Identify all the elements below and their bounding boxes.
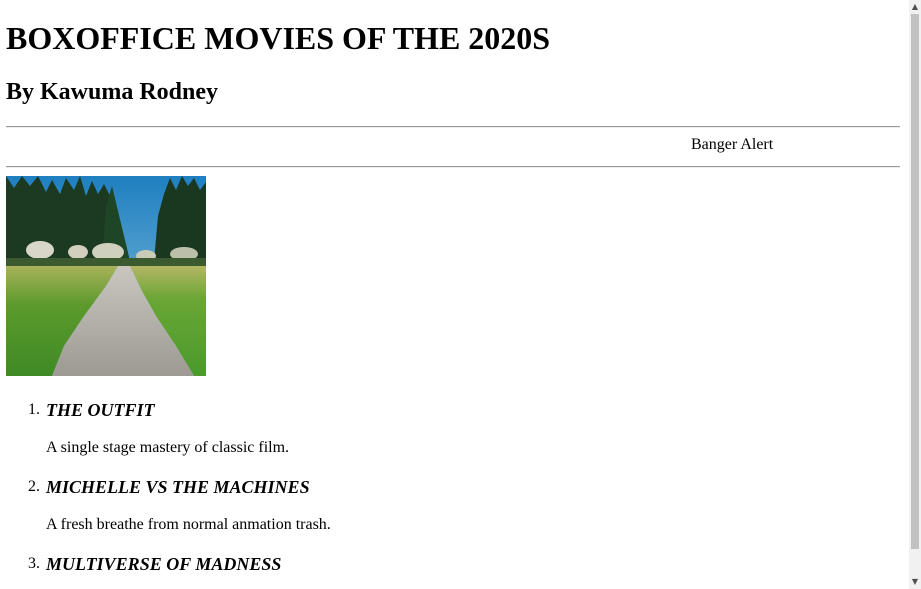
scrollbar-thumb[interactable] — [911, 14, 919, 549]
landscape-path-image — [6, 176, 206, 376]
horizontal-rule-top — [6, 126, 900, 128]
movie-description: A fresh breathe from normal anmation tra… — [46, 516, 331, 533]
movie-title: THE OUTFIT — [46, 400, 155, 420]
movie-description: A single stage mastery of classic film. — [46, 439, 290, 456]
movie-title: MICHELLE VS THE MACHINES — [46, 477, 310, 497]
list-item-number: 1. — [28, 401, 40, 418]
horizontal-rule-bottom — [6, 166, 900, 168]
arrow-up-icon[interactable]: ▲ — [911, 2, 919, 12]
list-item: 2. MICHELLE VS THE MACHINES A fresh brea… — [6, 475, 331, 537]
list-item: 3. MULTIVERSE OF MADNESS — [6, 552, 331, 576]
movie-list: 1. THE OUTFIT A single stage mastery of … — [6, 398, 331, 576]
arrow-down-icon[interactable]: ▼ — [911, 577, 919, 587]
movie-title: MULTIVERSE OF MADNESS — [46, 554, 282, 574]
page-subtitle-author: By Kawuma Rodney — [6, 79, 219, 105]
marquee-text: Banger Alert — [691, 136, 774, 153]
vertical-scrollbar[interactable]: ▲ ▼ — [909, 0, 921, 589]
list-item: 1. THE OUTFIT A single stage mastery of … — [6, 398, 331, 460]
page-title: BOXOFFICE MOVIES OF THE 2020S — [6, 20, 551, 56]
list-item-number: 3. — [28, 555, 40, 572]
list-item-number: 2. — [28, 478, 40, 495]
